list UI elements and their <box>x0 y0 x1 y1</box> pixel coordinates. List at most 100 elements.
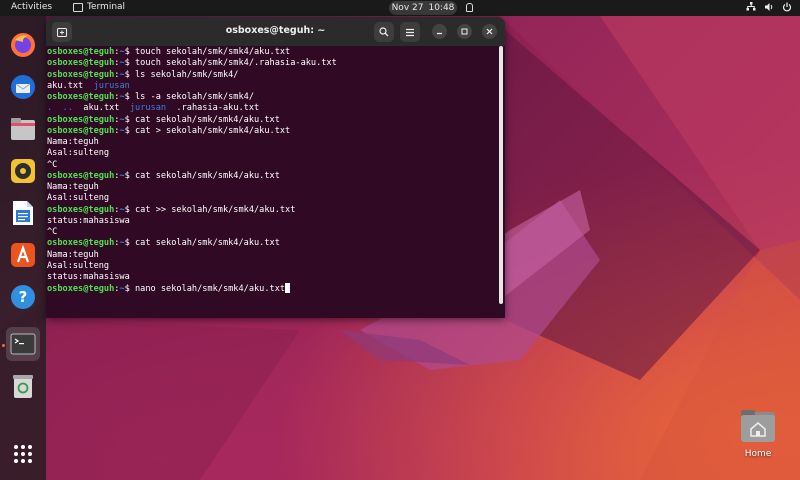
terminal-window: osboxes@teguh: ~ osboxes@teguh:~$ touch … <box>46 17 505 318</box>
prompt-dollar: $ <box>124 92 135 102</box>
prompt-user: osboxes@teguh <box>47 58 115 69</box>
terminal-line: osboxes@teguh:~$ cat >> sekolah/smk/smk4… <box>47 205 295 216</box>
dock-help[interactable]: ? <box>6 280 40 314</box>
network-icon <box>746 2 756 11</box>
minimize-icon <box>437 32 442 35</box>
maximize-button[interactable] <box>457 24 472 39</box>
ls-file: aku.txt <box>83 103 120 114</box>
minimize-button[interactable] <box>432 24 447 39</box>
terminal-line: ^C <box>47 227 57 238</box>
terminal-line: ^C <box>47 160 57 171</box>
rhythmbox-icon <box>11 159 35 183</box>
terminal-line: Asal:sulteng <box>47 193 109 204</box>
terminal-scrollbar[interactable] <box>499 46 503 304</box>
terminal-line: Asal:sulteng <box>47 148 109 159</box>
power-icon <box>782 2 792 12</box>
notification-icon[interactable] <box>466 3 473 12</box>
terminal-line: Asal:sulteng <box>47 261 109 272</box>
system-tray[interactable] <box>746 2 792 12</box>
trash-icon <box>13 375 33 398</box>
output-text: Asal:sulteng <box>47 193 110 204</box>
files-icon <box>11 118 35 140</box>
output-text: Asal:sulteng <box>47 260 110 271</box>
terminal-cursor <box>285 283 291 294</box>
prompt-user: osboxes@teguh <box>47 238 115 249</box>
terminal-output[interactable]: osboxes@teguh:~$ touch sekolah/smk/smk4/… <box>46 46 499 318</box>
app-menu[interactable]: Terminal <box>73 2 125 12</box>
terminal-line: status:mahasiswa <box>47 272 130 283</box>
terminal-line: osboxes@teguh:~$ ls sekolah/smk/smk4/ <box>47 70 238 81</box>
terminal-line: aku.txt jurusan <box>47 81 130 92</box>
search-button[interactable] <box>374 22 394 42</box>
desktop-home-folder[interactable] <box>740 409 776 443</box>
output-text: Nama:teguh <box>47 137 99 147</box>
ls-dir: jurusan <box>129 103 167 114</box>
dock-terminal[interactable] <box>6 327 40 361</box>
prompt-user: osboxes@teguh <box>47 204 115 215</box>
app-menu-label: Terminal <box>87 2 126 12</box>
prompt-user: osboxes@teguh <box>47 125 115 136</box>
terminal-app-icon <box>73 2 83 12</box>
prompt-dollar: $ <box>124 47 135 57</box>
terminal-line: osboxes@teguh:~$ touch sekolah/smk/smk4/… <box>47 47 290 58</box>
terminal-line: osboxes@teguh:~$ cat sekolah/smk/smk4/ak… <box>47 171 280 182</box>
terminal-line: osboxes@teguh:~$ cat > sekolah/smk/smk4/… <box>47 126 290 137</box>
dock-thunderbird[interactable] <box>6 70 40 104</box>
dock-files[interactable] <box>6 112 40 146</box>
dock-rhythmbox[interactable] <box>6 154 40 188</box>
prompt-user: osboxes@teguh <box>47 47 115 57</box>
output-text: status:mahasiswa <box>47 272 130 282</box>
prompt-dollar: $ <box>124 125 135 136</box>
svg-text:?: ? <box>19 288 28 306</box>
dock-trash[interactable] <box>6 369 40 403</box>
show-apps-icon <box>14 445 32 463</box>
terminal-line: status:mahasiswa <box>47 216 130 227</box>
hamburger-icon <box>406 28 414 36</box>
terminal-line: Nama:teguh <box>47 182 99 193</box>
dock-firefox[interactable] <box>6 28 40 62</box>
top-bar: Activities Terminal Nov 27 10:48 <box>0 0 800 16</box>
close-button[interactable] <box>482 24 497 39</box>
ls-hidden-file: .rahasia-aku.txt <box>176 103 260 114</box>
command-text: cat sekolah/smk/smk4/aku.txt <box>135 170 280 181</box>
command-text: cat >> sekolah/smk/smk4/aku.txt <box>135 204 296 215</box>
prompt-user: osboxes@teguh <box>47 92 115 102</box>
ls-dir-dotdot: .. <box>62 103 73 114</box>
volume-icon <box>765 3 773 11</box>
thunderbird-icon <box>11 75 35 99</box>
libreoffice-writer-icon <box>13 201 33 225</box>
terminal-icon <box>10 333 36 355</box>
running-indicator <box>2 344 5 347</box>
firefox-icon <box>11 33 35 57</box>
clock-date: Nov 27 <box>391 3 424 13</box>
prompt-dollar: $ <box>124 58 135 69</box>
dock-app-center[interactable] <box>6 238 40 272</box>
activities-button[interactable]: Activities <box>11 2 52 12</box>
terminal-line: osboxes@teguh:~$ cat sekolah/smk/smk4/ak… <box>47 115 280 126</box>
terminal-line: osboxes@teguh:~$ cat sekolah/smk/smk4/ak… <box>47 238 280 249</box>
home-folder-icon <box>741 410 775 442</box>
terminal-line: osboxes@teguh:~$ touch sekolah/smk/smk4/… <box>47 58 337 69</box>
command-text: ls -a sekolah/smk/smk4/ <box>135 92 254 102</box>
clock[interactable]: Nov 27 10:48 <box>389 1 457 15</box>
terminal-line: Nama:teguh <box>47 250 99 261</box>
prompt-dollar: $ <box>124 69 135 80</box>
menu-button[interactable] <box>400 22 420 42</box>
prompt-user: osboxes@teguh <box>47 69 115 80</box>
output-text: status:mahasiswa <box>47 215 130 226</box>
dock-writer[interactable] <box>6 196 40 230</box>
output-text: ^C <box>47 227 58 237</box>
dock-show-apps[interactable] <box>6 437 40 471</box>
output-text: Nama:teguh <box>47 182 99 192</box>
window-titlebar[interactable]: osboxes@teguh: ~ <box>46 17 505 46</box>
prompt-user: osboxes@teguh <box>47 114 115 125</box>
command-text: nano sekolah/smk/smk4/aku.txt <box>135 284 286 295</box>
terminal-line: . .. aku.txt jurusan .rahasia-aku.txt <box>47 103 259 114</box>
prompt-user: osboxes@teguh <box>47 284 115 295</box>
command-text: cat sekolah/smk/smk4/aku.txt <box>135 114 280 125</box>
terminal-line: osboxes@teguh:~$ ls -a sekolah/smk/smk4/ <box>47 92 254 103</box>
search-icon <box>379 27 389 37</box>
prompt-dollar: $ <box>124 204 135 215</box>
command-text: cat > sekolah/smk/smk4/aku.txt <box>135 125 291 136</box>
ls-file: aku.txt <box>47 80 84 91</box>
